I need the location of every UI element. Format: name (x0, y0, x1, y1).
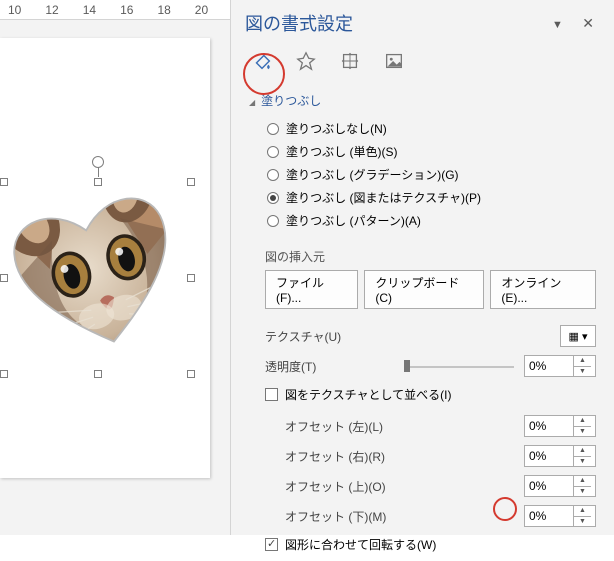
tile-checkbox[interactable]: 図をテクスチャとして並べる(I) (265, 381, 596, 411)
offset-left-label: オフセット (左)(L) (285, 418, 524, 435)
resize-handle[interactable] (94, 370, 102, 378)
transparency-spin[interactable]: ▲▼ (524, 355, 596, 377)
offset-bottom-label: オフセット (下)(M) (285, 508, 524, 525)
resize-handle[interactable] (0, 178, 8, 186)
fill-pattern-radio[interactable]: 塗りつぶし (パターン)(A) (267, 209, 614, 232)
file-button[interactable]: ファイル(F)... (265, 270, 358, 309)
radio-label: 塗りつぶし (パターン)(A) (286, 212, 421, 229)
spin-up-icon[interactable]: ▲ (574, 356, 591, 367)
size-tab-icon[interactable] (335, 46, 365, 76)
offset-left-spin[interactable]: ▲▼ (524, 415, 596, 437)
annotation-circle (493, 497, 517, 521)
fill-none-radio[interactable]: 塗りつぶしなし(N) (267, 117, 614, 140)
offset-right-label: オフセット (右)(R) (285, 448, 524, 465)
document-canvas[interactable] (0, 20, 230, 535)
fill-solid-radio[interactable]: 塗りつぶし (単色)(S) (267, 140, 614, 163)
panel-menu-icon[interactable]: ▼ (552, 19, 563, 31)
checkbox-label: 図をテクスチャとして並べる(I) (285, 386, 452, 403)
clipboard-button[interactable]: クリップボード(C) (364, 270, 484, 309)
offset-right-spin[interactable]: ▲▼ (524, 445, 596, 467)
offset-top-label: オフセット (上)(O) (285, 478, 524, 495)
fill-gradient-radio[interactable]: 塗りつぶし (グラデーション)(G) (267, 163, 614, 186)
picture-tab-icon[interactable] (379, 46, 409, 76)
fill-section-header[interactable]: 塗りつぶし (231, 86, 614, 115)
resize-handle[interactable] (187, 370, 195, 378)
rotate-handle[interactable] (92, 156, 104, 168)
transparency-slider[interactable] (404, 358, 514, 374)
spin-down-icon[interactable]: ▼ (574, 367, 591, 377)
insert-from-label: 図の挿入元 (265, 248, 596, 270)
page (0, 38, 210, 478)
resize-handle[interactable] (187, 178, 195, 186)
heart-image (0, 167, 206, 384)
annotation-circle (243, 53, 285, 95)
online-button[interactable]: オンライン(E)... (490, 270, 596, 309)
offset-bottom-spin[interactable]: ▲▼ (524, 505, 596, 527)
resize-handle[interactable] (0, 370, 8, 378)
format-picture-panel: 図の書式設定 ▼ ✕ 塗りつぶし 塗りつぶしなし(N) 塗りつぶし (単色)(S… (230, 0, 614, 535)
panel-title: 図の書式設定 (245, 10, 353, 36)
radio-label: 塗りつぶし (図またはテクスチャ)(P) (286, 189, 481, 206)
radio-label: 塗りつぶし (グラデーション)(G) (286, 166, 459, 183)
texture-label: テクスチャ(U) (265, 328, 560, 345)
radio-label: 塗りつぶしなし(N) (286, 120, 387, 137)
close-icon[interactable]: ✕ (576, 13, 600, 33)
texture-picker[interactable]: ▦ ▾ (560, 325, 596, 347)
panel-tabs (231, 42, 614, 86)
checkbox-label: 図形に合わせて回転する(W) (285, 536, 436, 553)
heart-shape[interactable] (0, 178, 195, 378)
rotate-with-shape-checkbox[interactable]: 図形に合わせて回転する(W) (265, 531, 596, 561)
radio-label: 塗りつぶし (単色)(S) (286, 143, 397, 160)
offset-top-spin[interactable]: ▲▼ (524, 475, 596, 497)
fill-picture-radio[interactable]: 塗りつぶし (図またはテクスチャ)(P) (267, 186, 614, 209)
transparency-label: 透明度(T) (265, 358, 404, 375)
effects-tab-icon[interactable] (291, 46, 321, 76)
